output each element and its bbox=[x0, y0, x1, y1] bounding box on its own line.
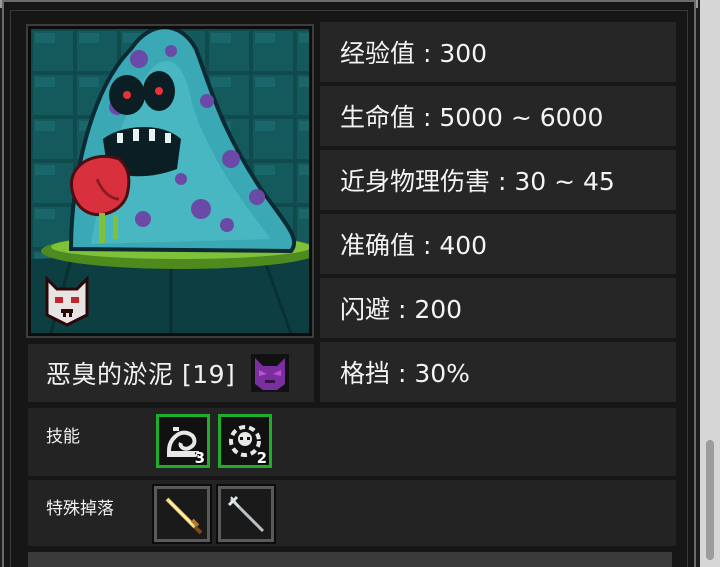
purple-cat-demon-icon bbox=[251, 354, 290, 392]
stat-melee-damage: 近身物理伤害 : 30 ~ 45 bbox=[320, 150, 676, 210]
drop-slot-2[interactable] bbox=[216, 484, 276, 544]
scrollbar[interactable] bbox=[700, 0, 720, 567]
skill-slot-1[interactable]: 3 bbox=[156, 414, 210, 468]
monster-name-row: 恶臭的淤泥 [19] bbox=[28, 344, 314, 402]
drop-slot-1[interactable] bbox=[152, 484, 212, 544]
frame-corner-top-left bbox=[0, 0, 10, 8]
stat-experience: 经验值 : 300 bbox=[320, 22, 676, 82]
monster-name: 恶臭的淤泥 [19] bbox=[46, 360, 236, 389]
demon-mask-icon bbox=[45, 275, 89, 327]
monster-portrait bbox=[26, 24, 314, 338]
scrollbar-thumb[interactable] bbox=[706, 440, 714, 560]
stats-list: 经验值 : 300 生命值 : 5000 ~ 6000 近身物理伤害 : 30 … bbox=[320, 22, 676, 406]
stat-block: 格挡 : 30% bbox=[320, 342, 676, 402]
skill-count: 3 bbox=[194, 449, 205, 467]
golden-sword-icon bbox=[157, 489, 207, 539]
frame-corner-top-right bbox=[688, 0, 698, 8]
special-drops-section: 特殊掉落 bbox=[28, 480, 676, 546]
next-section-edge bbox=[28, 552, 672, 567]
stat-evasion: 闪避 : 200 bbox=[320, 278, 676, 338]
skill-count: 2 bbox=[256, 449, 267, 467]
skills-label: 技能 bbox=[46, 427, 80, 447]
silver-spear-icon bbox=[221, 489, 271, 539]
stat-accuracy: 准确值 : 400 bbox=[320, 214, 676, 274]
stat-health: 生命值 : 5000 ~ 6000 bbox=[320, 86, 676, 146]
drops-label: 特殊掉落 bbox=[46, 499, 114, 519]
skill-slot-2[interactable]: 2 bbox=[218, 414, 272, 468]
skills-section: 技能 3 2 bbox=[28, 408, 676, 476]
